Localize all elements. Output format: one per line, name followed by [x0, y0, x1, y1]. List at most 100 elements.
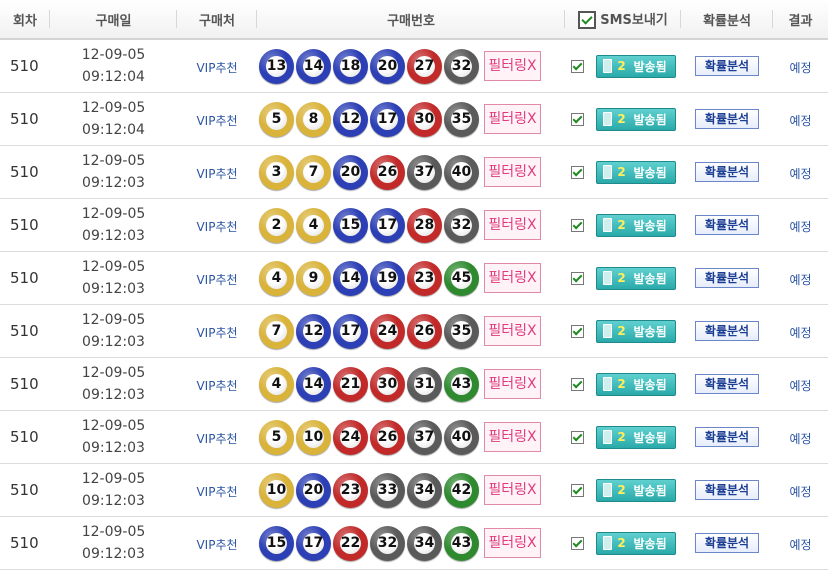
- result-cell: 예정: [773, 304, 828, 358]
- sms-send-button[interactable]: 2 발송됨: [595, 425, 676, 449]
- prob-analysis-button[interactable]: 확률분석: [695, 533, 759, 554]
- sms-checkbox[interactable]: [570, 218, 584, 232]
- result-status: 예정: [789, 113, 812, 128]
- shop-link[interactable]: VIP추천: [196, 485, 237, 499]
- shop-link[interactable]: VIP추천: [196, 432, 237, 446]
- prob-analysis-button[interactable]: 확률분석: [695, 427, 759, 448]
- prob-analysis-button[interactable]: 확률분석: [695, 374, 759, 395]
- shop-link[interactable]: VIP추천: [196, 61, 237, 75]
- shop-link[interactable]: VIP추천: [196, 167, 237, 181]
- sms-count: 2: [617, 271, 626, 285]
- purchase-time: 09:12:03: [82, 228, 145, 244]
- ball-number: 37: [414, 161, 435, 183]
- prob-analysis-button[interactable]: 확률분석: [695, 268, 759, 289]
- prob-cell: 확률분석: [681, 463, 773, 517]
- shop-link[interactable]: VIP추천: [196, 326, 237, 340]
- ball-number: 43: [451, 373, 472, 395]
- shop-link[interactable]: VIP추천: [196, 273, 237, 287]
- phone-icon: [602, 536, 612, 550]
- lotto-ball: 5: [259, 101, 294, 137]
- table-row: 510 12-09-05 09:12:03 VIP추천 2 4 15 17 28 32 필터링X 2 발…: [0, 198, 828, 252]
- ball-number: 30: [377, 373, 398, 395]
- sms-send-button[interactable]: 2 발송됨: [595, 531, 676, 555]
- shop-cell: VIP추천: [177, 304, 257, 358]
- sms-send-label: 발송됨: [633, 430, 667, 445]
- phone-icon: [602, 430, 612, 444]
- round-cell: 510: [0, 92, 50, 146]
- shop-link[interactable]: VIP추천: [196, 220, 237, 234]
- phone-icon: [602, 324, 612, 338]
- shop-link[interactable]: VIP추천: [196, 114, 237, 128]
- filter-button[interactable]: 필터링X: [484, 528, 541, 558]
- ball-number: 15: [266, 532, 287, 554]
- filter-button[interactable]: 필터링X: [484, 369, 541, 399]
- shop-link[interactable]: VIP추천: [196, 379, 237, 393]
- prob-cell: 확률분석: [681, 410, 773, 464]
- filter-button[interactable]: 필터링X: [484, 263, 541, 293]
- date-cell: 12-09-05 09:12:04: [50, 39, 177, 93]
- sms-send-button[interactable]: 2 발송됨: [595, 266, 676, 290]
- prob-analysis-button[interactable]: 확률분석: [695, 56, 759, 77]
- result-cell: 예정: [773, 39, 828, 93]
- select-all-checkbox[interactable]: [578, 11, 597, 30]
- sms-send-button[interactable]: 2 발송됨: [595, 54, 676, 78]
- prob-analysis-button[interactable]: 확률분석: [695, 215, 759, 236]
- filter-button[interactable]: 필터링X: [484, 475, 541, 505]
- sms-send-button[interactable]: 2 발송됨: [595, 478, 676, 502]
- filter-button[interactable]: 필터링X: [484, 104, 541, 134]
- ball-number: 26: [414, 320, 435, 342]
- sms-checkbox[interactable]: [570, 483, 584, 497]
- sms-checkbox[interactable]: [570, 165, 584, 179]
- sms-checkbox[interactable]: [570, 430, 584, 444]
- prob-analysis-button[interactable]: 확률분석: [695, 162, 759, 183]
- lotto-ball: 17: [370, 101, 405, 137]
- lotto-ball: 34: [407, 525, 442, 561]
- filter-button[interactable]: 필터링X: [484, 210, 541, 240]
- sms-send-button[interactable]: 2 발송됨: [595, 107, 676, 131]
- lotto-ball: 8: [296, 101, 331, 137]
- prob-analysis-button[interactable]: 확률분석: [695, 321, 759, 342]
- sms-cell: 2 발송됨: [565, 463, 681, 517]
- filter-button[interactable]: 필터링X: [484, 422, 541, 452]
- numbers-cell: 13 14 18 20 27 32 필터링X: [257, 39, 565, 93]
- table-row: 510 12-09-05 09:12:04 VIP추천 13 14 18 20 27 32 필터링X…: [0, 39, 828, 93]
- result-status: 예정: [789, 484, 812, 499]
- sms-send-button[interactable]: 2 발송됨: [595, 372, 676, 396]
- filter-button[interactable]: 필터링X: [484, 51, 541, 81]
- round-cell: 510: [0, 304, 50, 358]
- sms-checkbox[interactable]: [570, 377, 584, 391]
- ball-number: 23: [414, 267, 435, 289]
- shop-link[interactable]: VIP추천: [196, 538, 237, 552]
- lotto-ball: 26: [370, 154, 405, 190]
- sms-checkbox[interactable]: [570, 536, 584, 550]
- prob-analysis-button[interactable]: 확률분석: [695, 109, 759, 130]
- sms-checkbox[interactable]: [570, 324, 584, 338]
- sms-checkbox[interactable]: [570, 59, 584, 73]
- ball-number: 31: [414, 373, 435, 395]
- ball-number: 40: [451, 161, 472, 183]
- sms-cell: 2 발송됨: [565, 145, 681, 199]
- sms-count: 2: [617, 430, 626, 444]
- filter-button[interactable]: 필터링X: [484, 316, 541, 346]
- round-cell: 510: [0, 145, 50, 199]
- date-cell: 12-09-05 09:12:04: [50, 92, 177, 146]
- lotto-ball: 15: [259, 525, 294, 561]
- prob-analysis-button[interactable]: 확률분석: [695, 480, 759, 501]
- filter-button[interactable]: 필터링X: [484, 157, 541, 187]
- ball-number: 15: [340, 214, 361, 236]
- result-status: 예정: [789, 378, 812, 393]
- ball-number: 10: [266, 479, 287, 501]
- sms-send-button[interactable]: 2 발송됨: [595, 160, 676, 184]
- sms-checkbox[interactable]: [570, 112, 584, 126]
- ball-number: 14: [303, 373, 324, 395]
- lotto-ball: 42: [444, 472, 479, 508]
- ball-number: 7: [266, 320, 287, 342]
- prob-cell: 확률분석: [681, 251, 773, 305]
- sms-send-button[interactable]: 2 발송됨: [595, 319, 676, 343]
- sms-send-button[interactable]: 2 발송됨: [595, 213, 676, 237]
- lotto-ball: 31: [407, 366, 442, 402]
- purchase-time: 09:12:03: [82, 281, 145, 297]
- prob-cell: 확률분석: [681, 198, 773, 252]
- lotto-ball: 7: [259, 313, 294, 349]
- sms-checkbox[interactable]: [570, 271, 584, 285]
